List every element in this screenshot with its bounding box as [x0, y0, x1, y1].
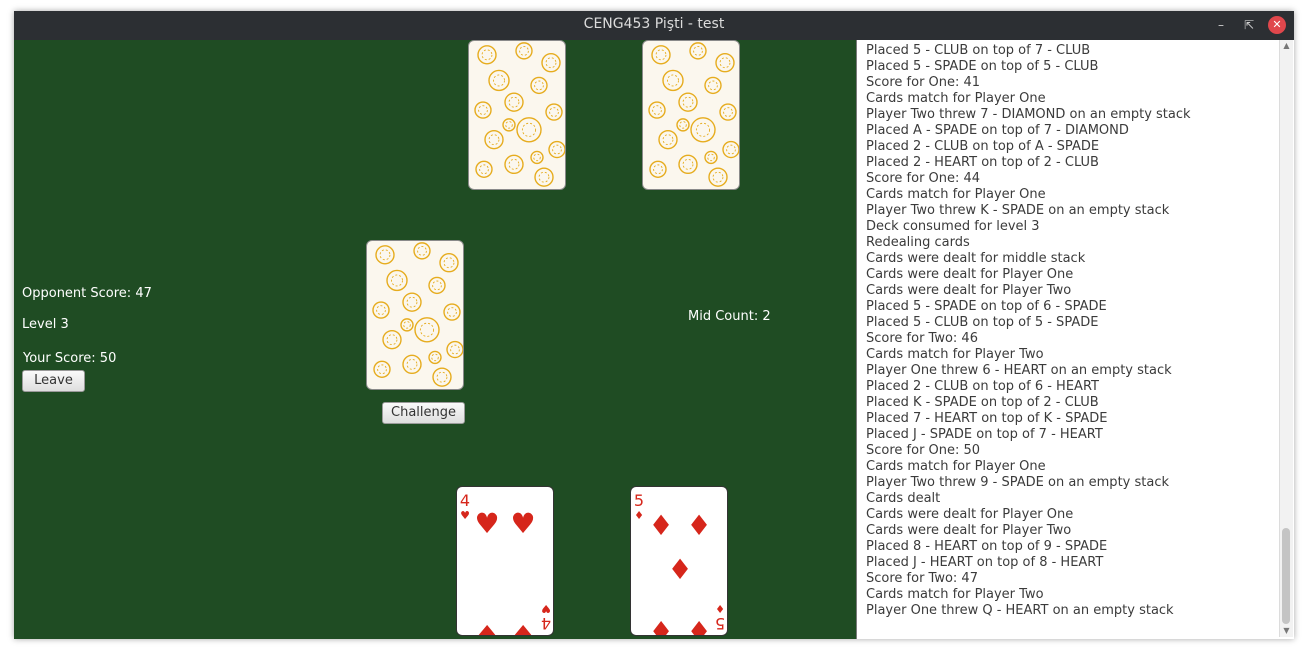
log-line: Placed A - SPADE on top of 7 - DIAMOND — [866, 123, 1129, 138]
log-line: Deck consumed for level 3 — [866, 219, 1040, 234]
mid-count: Mid Count: 2 — [688, 309, 771, 324]
lemon-pattern-icon — [648, 42, 739, 187]
lemon-pattern-icon — [372, 242, 463, 387]
player-card-5-diamond[interactable]: 5 ♦ 5 ♦ ♦ ♦ ♦ ♦ ♦ — [630, 486, 728, 636]
game-log-panel[interactable]: Placed 5 - CLUB on top of 7 - CLUB Placed… — [856, 40, 1294, 639]
svg-text:♥: ♥ — [460, 509, 470, 522]
log-line: Placed 2 - HEART on top of 2 - CLUB — [866, 155, 1099, 170]
log-line: Cards were dealt for Player Two — [866, 283, 1072, 298]
log-line: Player One threw 6 - HEART on an empty s… — [866, 363, 1172, 378]
log-line: Placed 5 - SPADE on top of 6 - SPADE — [866, 299, 1107, 314]
log-line: Score for One: 50 — [866, 443, 981, 458]
log-line: Score for Two: 46 — [866, 331, 978, 346]
svg-text:♥: ♥ — [541, 602, 551, 615]
log-line: Placed K - SPADE on top of 2 - CLUB — [866, 395, 1099, 410]
game-table: Opponent Score: 47 Level 3 Your Score: 5… — [14, 40, 856, 639]
maximize-icon[interactable]: ⇱ — [1240, 16, 1258, 34]
svg-text:♦: ♦ — [648, 509, 673, 542]
challenge-button[interactable]: Challenge — [382, 402, 465, 424]
log-line: Cards were dealt for Player One — [866, 507, 1074, 522]
log-line: Cards were dealt for Player Two — [866, 523, 1072, 538]
log-line: Cards match for Player One — [866, 459, 1046, 474]
svg-text:♥: ♥ — [510, 507, 535, 540]
log-line: Score for One: 44 — [866, 171, 981, 186]
game-log: Placed 5 - CLUB on top of 7 - CLUB Placed… — [866, 43, 1276, 619]
log-line: Cards match for Player One — [866, 187, 1046, 202]
scroll-thumb[interactable] — [1282, 528, 1290, 624]
log-line: Placed 7 - HEART on top of K - SPADE — [866, 411, 1108, 426]
svg-text:♦: ♦ — [715, 602, 725, 615]
log-line: Player One threw Q - HEART on an empty s… — [866, 603, 1174, 618]
opponent-card — [642, 40, 740, 190]
log-line: Cards match for Player One — [866, 91, 1046, 106]
svg-text:♥: ♥ — [474, 507, 499, 540]
scroll-up-icon[interactable]: ▲ — [1280, 40, 1293, 52]
player-card-4-heart[interactable]: 4 ♥ 4 ♥ ♥ ♥ ♥ ♥ — [456, 486, 554, 636]
svg-text:♦: ♦ — [686, 614, 711, 636]
log-line: Placed 8 - HEART on top of 9 - SPADE — [866, 539, 1108, 554]
window-title: CENG453 Pişti - test — [583, 16, 725, 32]
leave-button[interactable]: Leave — [22, 370, 85, 392]
log-line: Placed J - HEART on top of 8 - HEART — [866, 555, 1104, 570]
log-line: Cards match for Player Two — [866, 587, 1044, 602]
log-line: Cards were dealt for Player One — [866, 267, 1074, 282]
title-bar: CENG453 Pişti - test – ⇱ ✕ — [14, 11, 1294, 40]
log-line: Placed 2 - CLUB on top of A - SPADE — [866, 139, 1100, 154]
log-line: Cards dealt — [866, 491, 941, 506]
svg-text:♦: ♦ — [686, 509, 711, 542]
log-line: Placed 5 - CLUB on top of 7 - CLUB — [866, 43, 1091, 58]
your-score: Your Score: 50 — [23, 351, 117, 366]
log-line: Score for One: 41 — [866, 75, 981, 90]
lemon-pattern-icon — [474, 42, 565, 187]
heart-icon: 4♥4♥♥ ♥♥ ♥ — [460, 491, 551, 636]
close-icon[interactable]: ✕ — [1268, 16, 1286, 34]
svg-text:5: 5 — [634, 491, 644, 510]
svg-text:5: 5 — [715, 614, 725, 633]
log-line: Placed 5 - CLUB on top of 5 - SPADE — [866, 315, 1099, 330]
level-indicator: Level 3 — [22, 317, 69, 332]
minimize-icon[interactable]: – — [1212, 16, 1230, 34]
opponent-card — [468, 40, 566, 190]
log-line: Placed 2 - CLUB on top of 6 - HEART — [866, 379, 1099, 394]
opponent-score: Opponent Score: 47 — [22, 286, 152, 301]
log-line: Placed 5 - SPADE on top of 5 - CLUB — [866, 59, 1099, 74]
log-line: Score for Two: 47 — [866, 571, 978, 586]
log-line: Redealing cards — [866, 235, 970, 250]
svg-text:♥: ♥ — [510, 618, 535, 636]
middle-stack-card — [366, 240, 464, 390]
svg-text:♦: ♦ — [648, 614, 673, 636]
log-line: Player Two threw K - SPADE on an empty s… — [866, 203, 1170, 218]
log-line: Cards match for Player Two — [866, 347, 1044, 362]
log-line: Placed J - SPADE on top of 7 - HEART — [866, 427, 1103, 442]
log-scrollbar[interactable]: ▲ ▼ — [1279, 40, 1293, 637]
svg-text:♥: ♥ — [474, 618, 499, 636]
scroll-down-icon[interactable]: ▼ — [1280, 625, 1293, 637]
game-window: CENG453 Pişti - test – ⇱ ✕ Opponent Scor… — [14, 11, 1294, 639]
svg-text:4: 4 — [541, 614, 551, 633]
svg-text:♦: ♦ — [667, 553, 692, 586]
log-line: Player Two threw 7 - DIAMOND on an empty… — [866, 107, 1191, 122]
svg-text:4: 4 — [460, 491, 470, 510]
log-line: Player Two threw 9 - SPADE on an empty s… — [866, 475, 1169, 490]
svg-text:♦: ♦ — [634, 509, 644, 522]
log-line: Cards were dealt for middle stack — [866, 251, 1086, 266]
diamond-icon: 5♦5♦♦ ♦♦♦ ♦ — [634, 491, 725, 636]
